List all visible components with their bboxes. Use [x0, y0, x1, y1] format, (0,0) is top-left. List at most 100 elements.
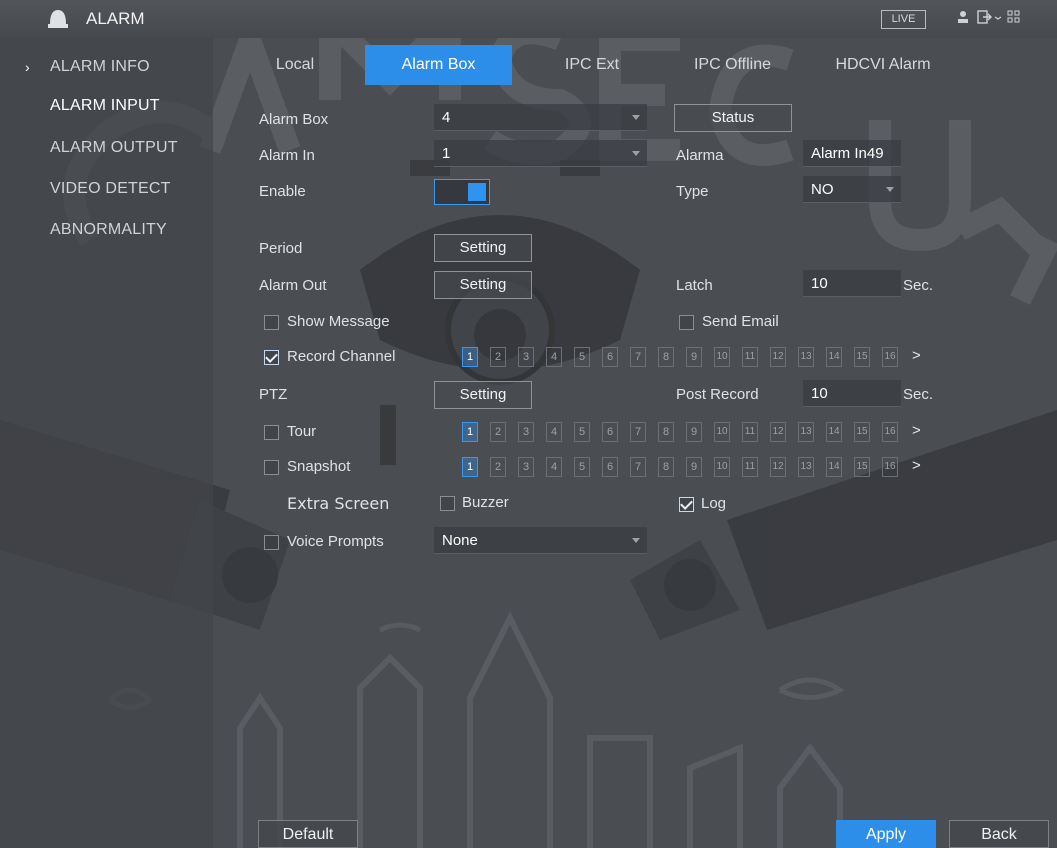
log-label: Log — [701, 495, 727, 512]
snapshot-channel-5[interactable]: 5 — [574, 457, 590, 477]
alarm-box-select[interactable]: 4 — [434, 104, 647, 131]
tour-channel-3[interactable]: 3 — [518, 422, 534, 442]
ptz-setting-button[interactable]: Setting — [434, 381, 532, 409]
type-select[interactable]: NO — [803, 176, 901, 203]
tour-channel-2[interactable]: 2 — [490, 422, 506, 442]
tab-ipc-ext[interactable]: IPC Ext — [527, 45, 657, 85]
sidebar-item-video-detect[interactable]: VIDEO DETECT — [50, 180, 171, 198]
alarm-out-label: Alarm Out — [259, 277, 327, 294]
tour-channel-4[interactable]: 4 — [546, 422, 562, 442]
sidebar-item-alarm-input[interactable]: ALARM INPUT — [50, 97, 160, 115]
snapshot-channel-15[interactable]: 15 — [854, 457, 870, 477]
record-channel-11[interactable]: 11 — [742, 347, 758, 367]
sidebar — [0, 38, 213, 848]
grid-menu-icon[interactable] — [1005, 10, 1023, 28]
snapshot-next-arrow[interactable]: > — [912, 457, 921, 474]
snapshot-checkbox[interactable] — [264, 460, 279, 475]
voice-prompts-checkbox[interactable] — [264, 535, 279, 550]
sidebar-item-alarm-output[interactable]: ALARM OUTPUT — [50, 139, 178, 157]
apply-button[interactable]: Apply — [836, 820, 936, 848]
latch-label: Latch — [676, 277, 713, 294]
tour-channel-11[interactable]: 11 — [742, 422, 758, 442]
alarm-name-input[interactable]: Alarm In49 — [803, 140, 901, 167]
send-email-checkbox[interactable] — [679, 315, 694, 330]
status-button[interactable]: Status — [674, 104, 792, 132]
snapshot-channel-9[interactable]: 9 — [686, 457, 702, 477]
record-channel-10[interactable]: 10 — [714, 347, 730, 367]
tour-channel-9[interactable]: 9 — [686, 422, 702, 442]
record-channel-2[interactable]: 2 — [490, 347, 506, 367]
snapshot-channel-13[interactable]: 13 — [798, 457, 814, 477]
tab-hdcvi-alarm[interactable]: HDCVI Alarm — [808, 45, 958, 85]
voice-prompts-select[interactable]: None — [434, 527, 647, 554]
tour-channel-14[interactable]: 14 — [826, 422, 842, 442]
snapshot-channel-1[interactable]: 1 — [462, 457, 478, 477]
snapshot-channel-7[interactable]: 7 — [630, 457, 646, 477]
logout-icon[interactable] — [976, 10, 1002, 28]
voice-prompts-value: None — [442, 532, 478, 549]
snapshot-channel-14[interactable]: 14 — [826, 457, 842, 477]
snapshot-channel-12[interactable]: 12 — [770, 457, 786, 477]
default-button[interactable]: Default — [258, 820, 358, 848]
title-bar: ALARM LIVE — [0, 0, 1057, 38]
record-channel-12[interactable]: 12 — [770, 347, 786, 367]
snapshot-channel-2[interactable]: 2 — [490, 457, 506, 477]
enable-label: Enable — [259, 183, 306, 200]
snapshot-channel-8[interactable]: 8 — [658, 457, 674, 477]
show-message-label: Show Message — [287, 313, 390, 330]
record-channel-7[interactable]: 7 — [630, 347, 646, 367]
alarm-out-setting-button[interactable]: Setting — [434, 271, 532, 299]
tour-channel-13[interactable]: 13 — [798, 422, 814, 442]
record-channel-3[interactable]: 3 — [518, 347, 534, 367]
tour-channel-15[interactable]: 15 — [854, 422, 870, 442]
voice-prompts-label: Voice Prompts — [287, 533, 384, 550]
alarm-box-value: 4 — [442, 109, 451, 126]
show-message-checkbox[interactable] — [264, 315, 279, 330]
record-channel-checkbox[interactable] — [264, 350, 279, 365]
tour-channel-10[interactable]: 10 — [714, 422, 730, 442]
record-channel-16[interactable]: 16 — [882, 347, 898, 367]
record-channel-1[interactable]: 1 — [462, 347, 478, 367]
tour-channel-8[interactable]: 8 — [658, 422, 674, 442]
tour-channel-6[interactable]: 6 — [602, 422, 618, 442]
tour-channel-12[interactable]: 12 — [770, 422, 786, 442]
record-channel-14[interactable]: 14 — [826, 347, 842, 367]
tour-channel-16[interactable]: 16 — [882, 422, 898, 442]
dropdown-caret-icon — [886, 187, 894, 192]
snapshot-channel-4[interactable]: 4 — [546, 457, 562, 477]
latch-input[interactable]: 10 — [803, 270, 901, 297]
tab-ipc-offline[interactable]: IPC Offline — [670, 45, 795, 85]
period-setting-button[interactable]: Setting — [434, 234, 532, 262]
record-channel-next-arrow[interactable]: > — [912, 347, 921, 364]
enable-toggle[interactable] — [434, 179, 490, 205]
record-channel-15[interactable]: 15 — [854, 347, 870, 367]
record-channel-5[interactable]: 5 — [574, 347, 590, 367]
tour-channel-7[interactable]: 7 — [630, 422, 646, 442]
alarm-in-select[interactable]: 1 — [434, 140, 647, 167]
record-channel-13[interactable]: 13 — [798, 347, 814, 367]
tour-channel-1[interactable]: 1 — [462, 422, 478, 442]
tour-checkbox[interactable] — [264, 425, 279, 440]
alarm-bell-icon — [46, 8, 70, 30]
user-icon[interactable] — [954, 10, 972, 28]
snapshot-channel-6[interactable]: 6 — [602, 457, 618, 477]
record-channel-6[interactable]: 6 — [602, 347, 618, 367]
buzzer-checkbox[interactable] — [440, 496, 455, 511]
record-channel-9[interactable]: 9 — [686, 347, 702, 367]
record-channel-8[interactable]: 8 — [658, 347, 674, 367]
post-record-input[interactable]: 10 — [803, 380, 901, 407]
log-checkbox[interactable] — [679, 497, 694, 512]
tab-local[interactable]: Local — [240, 45, 350, 85]
tab-alarm-box[interactable]: Alarm Box — [365, 45, 512, 85]
sidebar-item-alarm-info[interactable]: ALARM INFO — [50, 58, 150, 76]
snapshot-channel-11[interactable]: 11 — [742, 457, 758, 477]
sidebar-item-abnormality[interactable]: ABNORMALITY — [50, 221, 167, 239]
snapshot-channel-3[interactable]: 3 — [518, 457, 534, 477]
snapshot-channel-16[interactable]: 16 — [882, 457, 898, 477]
record-channel-4[interactable]: 4 — [546, 347, 562, 367]
live-button[interactable]: LIVE — [881, 10, 926, 29]
snapshot-channel-10[interactable]: 10 — [714, 457, 730, 477]
tour-channel-5[interactable]: 5 — [574, 422, 590, 442]
back-button[interactable]: Back — [949, 820, 1049, 848]
tour-next-arrow[interactable]: > — [912, 422, 921, 439]
